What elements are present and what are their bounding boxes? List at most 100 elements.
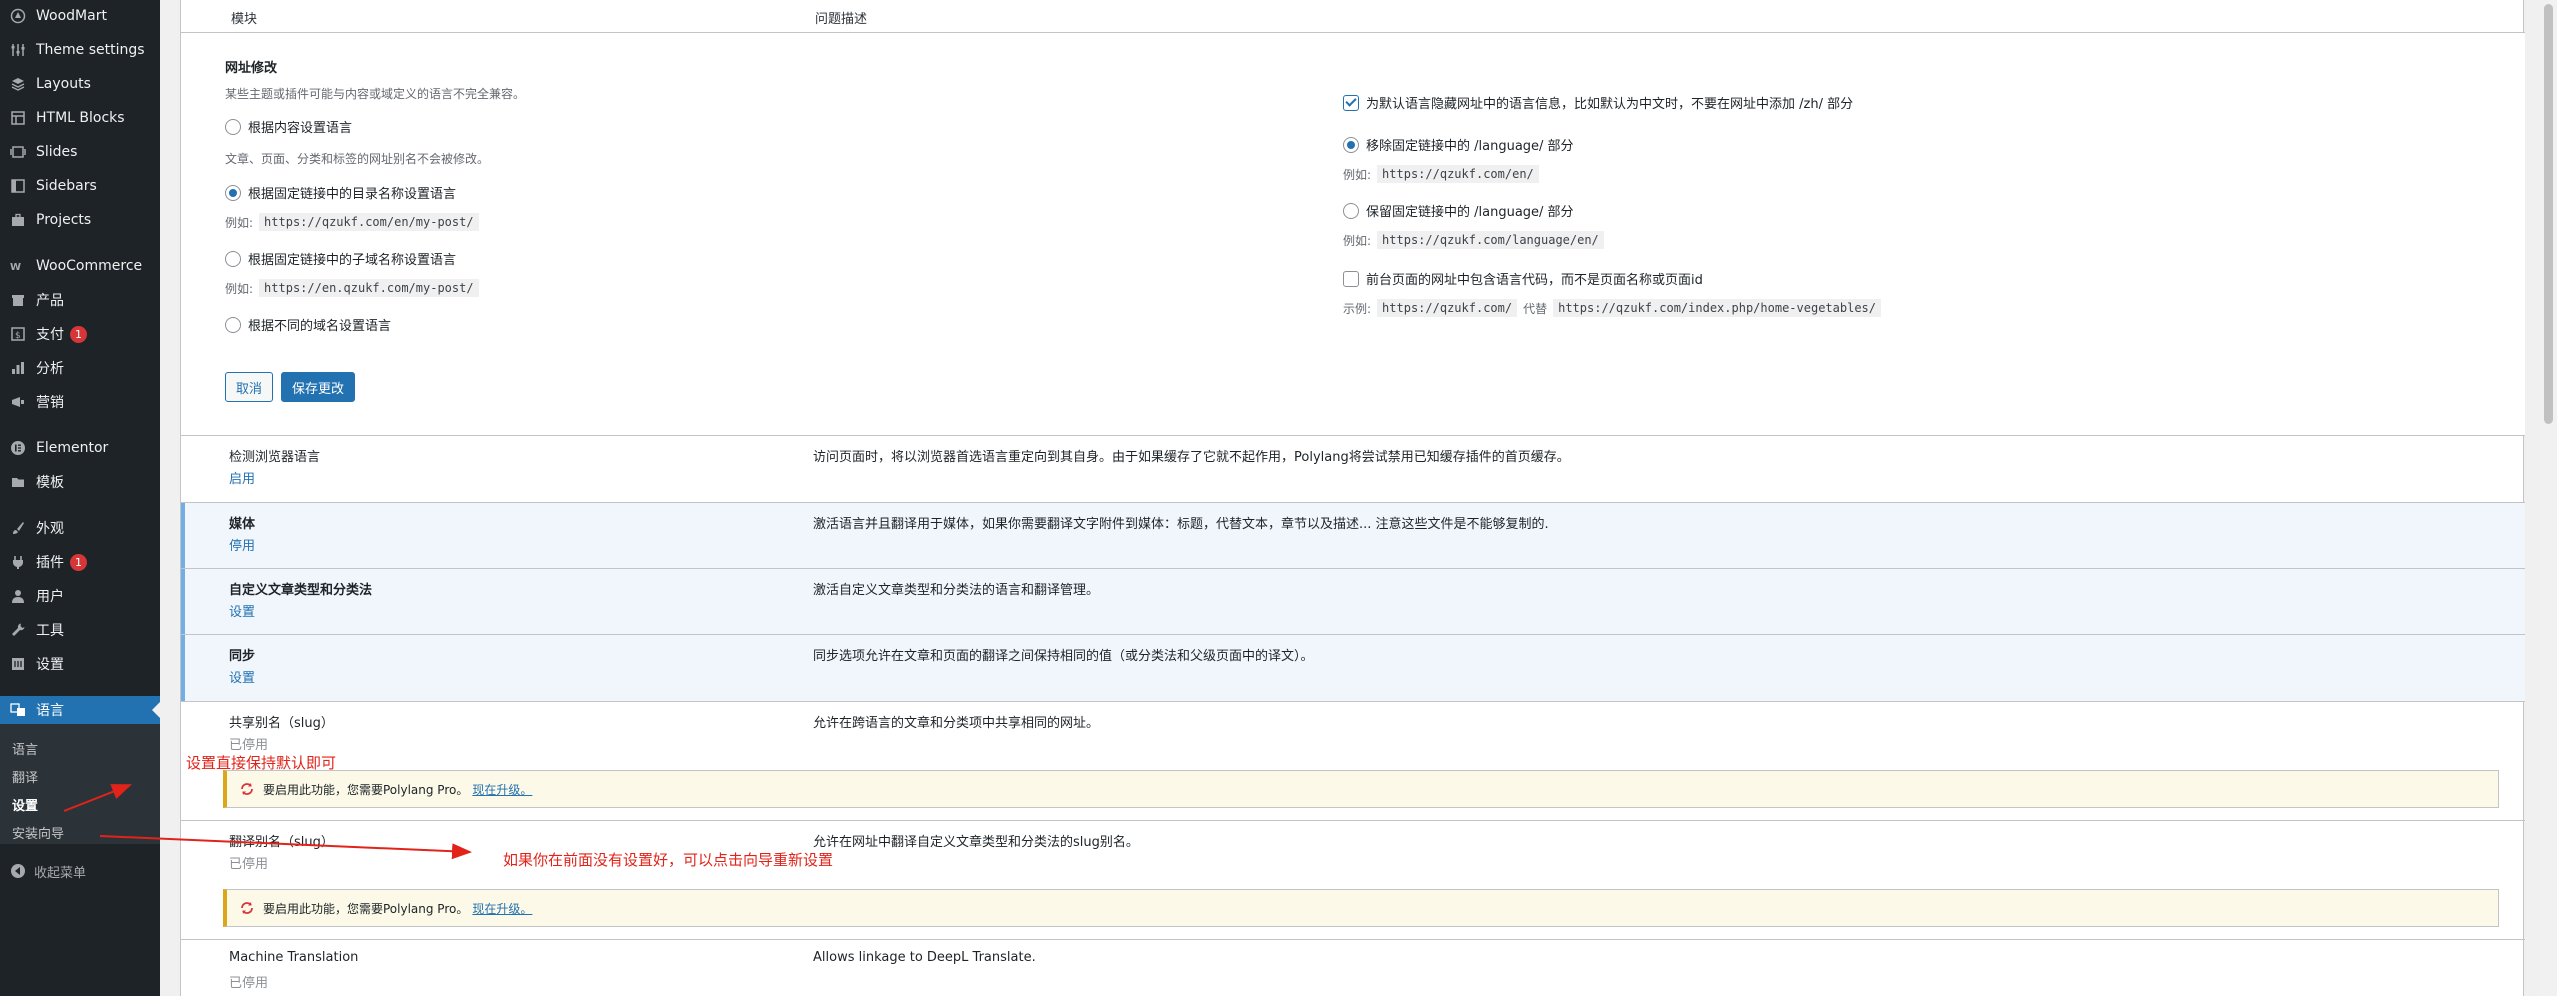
menu-layouts[interactable]: Layouts bbox=[0, 70, 160, 98]
submenu-languages[interactable]: 语言 bbox=[12, 739, 38, 758]
main-content: 模块 问题描述 网址修改 某些主题或插件可能与内容或域定义的语言不完全兼容。 根… bbox=[180, 0, 2525, 996]
module-title: 同步 bbox=[229, 649, 256, 664]
example-url: https://qzukf.com/index.php/home-vegetab… bbox=[1553, 299, 1881, 317]
menu-label: HTML Blocks bbox=[36, 110, 125, 126]
menu-templates[interactable]: 模板 bbox=[0, 468, 160, 496]
collapse-icon bbox=[10, 863, 26, 879]
menu-tools[interactable]: 工具 bbox=[0, 616, 160, 644]
menu-sidebars[interactable]: Sidebars bbox=[0, 172, 160, 200]
svg-text:W: W bbox=[10, 262, 21, 273]
checkbox[interactable] bbox=[1343, 270, 1359, 287]
module-action-link[interactable]: 停用 bbox=[229, 535, 255, 554]
menu-elementor[interactable]: Elementor bbox=[0, 434, 160, 462]
example-url: https://qzukf.com/en/ bbox=[1377, 165, 1539, 183]
elementor-icon bbox=[8, 438, 28, 458]
radio-keep-language[interactable]: 保留固定链接中的 /language/ 部分 bbox=[1343, 201, 1574, 220]
menu-woodmart[interactable]: WoodMart bbox=[0, 2, 160, 30]
active-indicator bbox=[152, 702, 160, 718]
menu-projects[interactable]: Projects bbox=[0, 206, 160, 234]
menu-payments[interactable]: $ 支付 1 bbox=[0, 320, 160, 348]
woodmart-icon bbox=[8, 6, 28, 26]
menu-label: Elementor bbox=[36, 440, 109, 456]
module-status: 已停用 bbox=[229, 976, 269, 991]
submenu-translations[interactable]: 翻译 bbox=[12, 767, 38, 786]
plugin-icon bbox=[8, 552, 28, 572]
annotation-keep-default: 设置直接保持默认即可 bbox=[186, 754, 337, 772]
subdomain-example: 例如: https://en.qzukf.com/my-post/ bbox=[225, 279, 479, 297]
menu-appearance[interactable]: 外观 bbox=[0, 514, 160, 542]
save-changes-button[interactable]: 保存更改 bbox=[281, 372, 356, 402]
payments-badge: 1 bbox=[70, 325, 87, 343]
menu-theme-settings[interactable]: Theme settings bbox=[0, 36, 160, 64]
menu-label: 设置 bbox=[36, 657, 64, 673]
menu-label: 用户 bbox=[36, 589, 64, 605]
woocommerce-icon: W bbox=[8, 256, 28, 276]
checkbox-hide-default[interactable]: 为默认语言隐藏网址中的语言信息，比如默认为中文时，不要在网址中添加 /zh/ 部… bbox=[1343, 93, 1853, 112]
annotation-use-wizard: 如果你在前面没有设置好，可以点击向导重新设置 bbox=[503, 851, 834, 869]
option-label: 根据固定链接中的目录名称设置语言 bbox=[248, 187, 457, 202]
menu-products[interactable]: 产品 bbox=[0, 286, 160, 314]
menu-settings[interactable]: 设置 bbox=[0, 650, 160, 678]
submenu-wizard[interactable]: 安装向导 bbox=[12, 823, 64, 842]
radio-domain-language[interactable]: 根据不同的域名设置语言 bbox=[225, 315, 391, 334]
radio-button-selected[interactable] bbox=[225, 184, 241, 201]
module-description: Allows linkage to DeepL Translate. bbox=[813, 950, 1036, 965]
radio-subdomain-language[interactable]: 根据固定链接中的子域名称设置语言 bbox=[225, 249, 456, 268]
checkbox-checked[interactable] bbox=[1343, 94, 1359, 111]
menu-woocommerce[interactable]: W WooCommerce bbox=[0, 252, 160, 280]
refresh-icon bbox=[239, 781, 255, 797]
cancel-button[interactable]: 取消 bbox=[225, 372, 274, 402]
example-url: https://qzukf.com/en/my-post/ bbox=[259, 213, 479, 231]
menu-label: Theme settings bbox=[36, 42, 145, 58]
menu-label: Sidebars bbox=[36, 178, 97, 194]
menu-slides[interactable]: Slides bbox=[0, 138, 160, 166]
folder-icon bbox=[8, 472, 28, 492]
module-action-link[interactable]: 启用 bbox=[229, 468, 255, 487]
menu-plugins[interactable]: 插件 1 bbox=[0, 548, 160, 576]
svg-text:$: $ bbox=[15, 331, 21, 341]
radio-button[interactable] bbox=[1343, 202, 1359, 219]
menu-marketing[interactable]: 营销 bbox=[0, 388, 160, 416]
radio-remove-language[interactable]: 移除固定链接中的 /language/ 部分 bbox=[1343, 135, 1574, 154]
menu-label: WoodMart bbox=[36, 8, 107, 24]
menu-label: 外观 bbox=[36, 521, 64, 537]
vertical-scrollbar[interactable] bbox=[2540, 0, 2557, 996]
menu-label: WooCommerce bbox=[36, 258, 143, 274]
translation-icon bbox=[8, 700, 28, 720]
menu-languages[interactable]: 语言 bbox=[0, 696, 160, 724]
module-row-media: 媒体 停用 激活语言并且翻译用于媒体，如果你需要翻译文字附件到媒体：标题，代替文… bbox=[181, 502, 2525, 568]
sidebars-icon bbox=[8, 176, 28, 196]
slides-icon bbox=[8, 142, 28, 162]
example-label: 例如: bbox=[225, 281, 254, 296]
menu-label: 语言 bbox=[36, 703, 64, 719]
submenu-settings[interactable]: 设置 bbox=[12, 795, 38, 814]
module-description: 同步选项允许在文章和页面的翻译之间保持相同的值（或分类法和父级页面中的译文）。 bbox=[813, 649, 1314, 664]
option-label: 保留固定链接中的 /language/ 部分 bbox=[1366, 205, 1574, 220]
languages-submenu: 语言 翻译 设置 安装向导 bbox=[0, 724, 160, 844]
checkbox-front-page-code[interactable]: 前台页面的网址中包含语言代码，而不是页面名称或页面id bbox=[1343, 269, 1703, 288]
module-row-translate-slug: 翻译别名（slug） 已停用 允许在网址中翻译自定义文章类型和分类法的slug别… bbox=[181, 820, 2525, 939]
radio-directory-language[interactable]: 根据固定链接中的目录名称设置语言 bbox=[225, 183, 456, 202]
radio-button[interactable] bbox=[225, 316, 241, 333]
module-action-link[interactable]: 设置 bbox=[229, 601, 255, 620]
remove-language-example: 例如: https://qzukf.com/en/ bbox=[1343, 165, 1539, 183]
radio-button[interactable] bbox=[225, 118, 241, 135]
scrollbar-thumb[interactable] bbox=[2544, 4, 2553, 424]
menu-users[interactable]: 用户 bbox=[0, 582, 160, 610]
menu-analytics[interactable]: 分析 bbox=[0, 354, 160, 382]
collapse-label: 收起菜单 bbox=[34, 865, 87, 881]
menu-label: 工具 bbox=[36, 623, 64, 639]
example-url: https://en.qzukf.com/my-post/ bbox=[259, 279, 479, 297]
module-row-browser: 检测浏览器语言 启用 访问页面时，将以浏览器首选语言重定向到其自身。由于如果缓存… bbox=[181, 435, 2525, 502]
menu-label: 产品 bbox=[36, 293, 64, 309]
module-action-link[interactable]: 设置 bbox=[229, 667, 255, 686]
option-label: 移除固定链接中的 /language/ 部分 bbox=[1366, 139, 1574, 154]
module-description: 访问页面时，将以浏览器首选语言重定向到其自身。由于如果缓存了它就不起作用，Pol… bbox=[813, 450, 1570, 465]
radio-button-selected[interactable] bbox=[1343, 136, 1359, 153]
collapse-menu-button[interactable]: 收起菜单 bbox=[0, 858, 160, 884]
radio-content-language[interactable]: 根据内容设置语言 bbox=[225, 117, 352, 136]
radio-button[interactable] bbox=[225, 250, 241, 267]
upgrade-link[interactable]: 现在升级。 bbox=[472, 900, 532, 917]
menu-html-blocks[interactable]: HTML Blocks bbox=[0, 104, 160, 132]
upgrade-link[interactable]: 现在升级。 bbox=[472, 781, 532, 798]
